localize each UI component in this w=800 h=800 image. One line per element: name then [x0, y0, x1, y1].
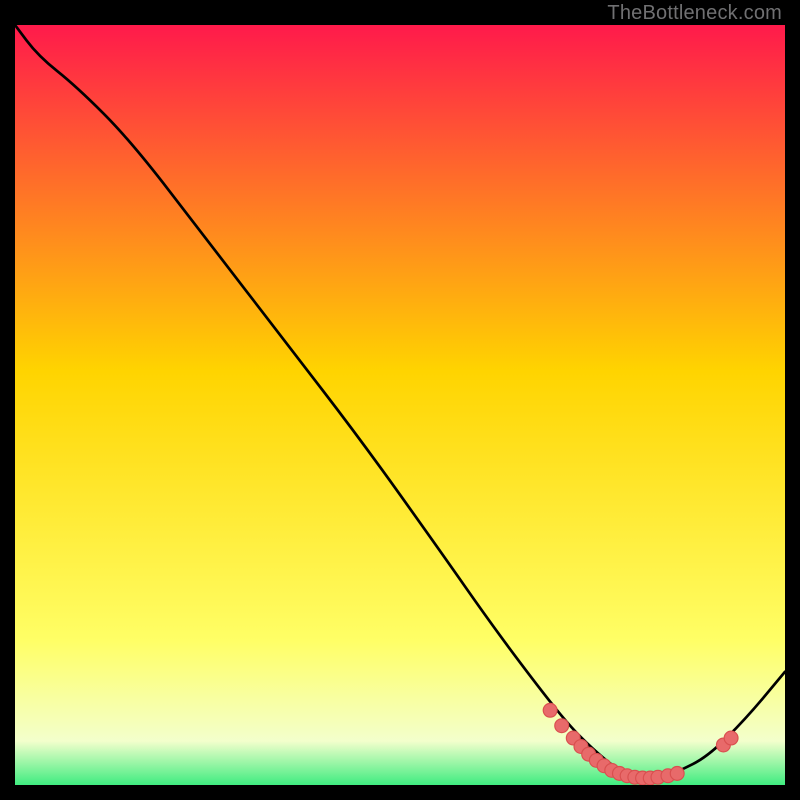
plot-area [15, 25, 785, 785]
chart-container: TheBottleneck.com [0, 0, 800, 800]
data-dot [543, 703, 557, 717]
bottleneck-curve [15, 25, 785, 779]
curve-layer [15, 25, 785, 785]
data-dot [670, 767, 684, 781]
data-dots [543, 703, 738, 785]
data-dot [555, 719, 569, 733]
data-dot [724, 731, 738, 745]
attribution-label: TheBottleneck.com [607, 2, 782, 25]
